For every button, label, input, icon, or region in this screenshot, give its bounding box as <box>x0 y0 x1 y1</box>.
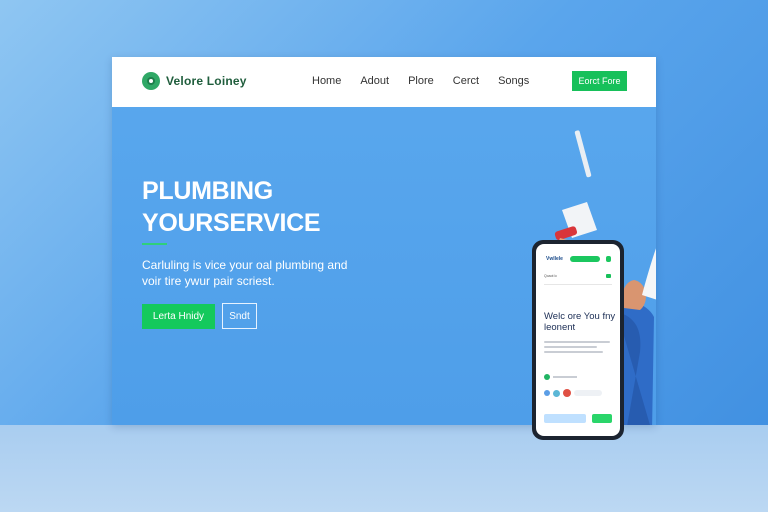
phone-brand: Vwllele <box>546 256 563 262</box>
hero-subtitle-line2: voir tire ywur pair scriest. <box>142 274 275 288</box>
phone-mockup: Vwllele Qoaot lc Welc ore You fny leonen… <box>532 240 624 440</box>
hero-subtitle-line1: Carluling is vice your oal plumbing and <box>142 258 348 272</box>
phone-chip-label: Qoaot lc <box>544 274 558 278</box>
phone-chip-badge <box>606 274 611 278</box>
phone-nav-button[interactable] <box>570 256 600 262</box>
phone-search-pill[interactable] <box>574 390 602 396</box>
brand-name[interactable]: Velore Loiney <box>166 74 247 88</box>
header-cta-button[interactable]: Eorct Fore <box>572 71 627 91</box>
phone-body-text <box>544 341 610 357</box>
backdrop-floor <box>0 425 768 512</box>
nav-item-about[interactable]: Adout <box>360 75 389 87</box>
hero-title-line1: PLUMBING <box>142 177 273 205</box>
nav-item-contact[interactable]: Cerct <box>453 75 479 87</box>
nav-item-home[interactable]: Home <box>312 75 341 87</box>
hero-secondary-button[interactable]: Sndt <box>222 303 257 329</box>
main-nav: Home Adout Plore Cerct Songs <box>312 75 548 87</box>
service-icon-1[interactable] <box>544 390 550 396</box>
hero-divider <box>142 243 167 245</box>
sink-fixture-illustration <box>642 248 656 300</box>
service-icon-3[interactable] <box>563 389 571 397</box>
hero-primary-button[interactable]: Lerta Hnidy <box>142 304 215 329</box>
phone-feature-row[interactable] <box>544 374 577 380</box>
nav-item-plore[interactable]: Plore <box>408 75 434 87</box>
check-icon <box>544 374 550 380</box>
logo-icon <box>142 72 160 90</box>
phone-action-row <box>544 414 612 423</box>
phone-divider <box>544 284 612 285</box>
phone-service-icons <box>544 389 602 397</box>
hero-subtitle: Carluling is vice your oal plumbing and … <box>142 257 372 289</box>
phone-input-field[interactable] <box>544 414 586 423</box>
phone-feature-bar <box>553 376 577 378</box>
hero-title: PLUMBING YOURSERVICE <box>142 175 402 239</box>
phone-submit-button[interactable] <box>592 414 612 423</box>
hero-title-line2: YOURSERVICE <box>142 209 321 237</box>
phone-headline: Welc ore You fny leonent <box>544 311 616 333</box>
service-icon-2[interactable] <box>553 389 560 397</box>
phone-screen: Vwllele Qoaot lc Welc ore You fny leonen… <box>536 244 620 436</box>
phone-menu-icon[interactable] <box>606 256 611 262</box>
top-navbar: Velore Loiney Home Adout Plore Cerct Son… <box>112 57 656 107</box>
nav-item-songs[interactable]: Songs <box>498 75 529 87</box>
